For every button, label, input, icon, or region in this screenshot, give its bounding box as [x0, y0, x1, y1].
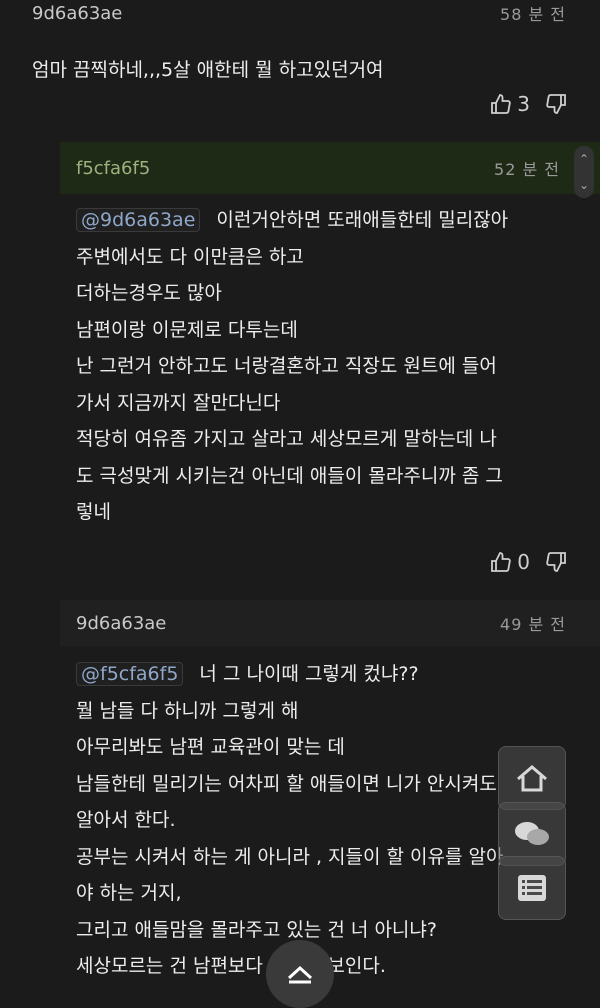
comment-time: 52 분 전 [494, 160, 560, 179]
list-button[interactable] [498, 856, 566, 920]
comment-line: 렇네 [76, 501, 111, 523]
comment-header: 9d6a63ae 49 분 전 [60, 600, 600, 646]
comment-line: 적당히 여유좀 가지고 살라고 세상모르게 말하는데 나 [76, 428, 497, 450]
home-button[interactable] [498, 746, 566, 810]
comment-header: 9d6a63ae 58 분 전 [0, 0, 600, 26]
home-icon [517, 765, 547, 792]
mention-tag[interactable]: @9d6a63ae [76, 208, 201, 232]
like-count: 3 [517, 92, 530, 116]
comment-body: 엄마 끔찍하네,,,5살 애한테 뭘 하고있던거여 [0, 52, 600, 89]
chat-icon [515, 822, 549, 845]
comment-line-first: @f5cfa6f5 너 그 나이때 그렇게 컸냐?? [76, 656, 578, 693]
like-button[interactable]: 0 [489, 550, 530, 574]
comment-line: 주변에서도 다 이만큼은 하고 [76, 245, 304, 268]
comment-line: 이런거안하면 또래애들한테 밀리잖아 [216, 209, 509, 231]
comment-top: 9d6a63ae 58 분 전 엄마 끔찍하네,,,5살 애한테 뭘 하고있던거… [0, 0, 600, 116]
comment-author[interactable]: 9d6a63ae [32, 3, 122, 24]
comment-line: 더하는경우도 많아 [76, 282, 222, 304]
reply-comment: f5cfa6f5 52 분 전 @9d6a63ae 이런거안하면 또래애들한테 밀… [0, 142, 600, 574]
chevron-up-icon [287, 965, 313, 984]
like-button[interactable]: 3 [489, 92, 530, 116]
comment-actions: 0 [489, 550, 568, 574]
dislike-button[interactable] [544, 550, 568, 574]
comment-line-first: @9d6a63ae 이런거안하면 또래애들한테 밀리잖아 [76, 202, 578, 239]
comment-author[interactable]: 9d6a63ae [76, 613, 166, 634]
comment-actions: 3 [489, 92, 568, 116]
list-icon [518, 875, 546, 901]
mention-tag[interactable]: @f5cfa6f5 [76, 662, 184, 686]
comment-line: 가서 지금까지 잘만다닌다 [76, 391, 281, 414]
thumbs-up-icon [491, 552, 511, 572]
comment-line: 도 극성맞게 시키는건 아닌데 애들이 몰라주니까 좀 그 [76, 464, 503, 487]
comment-time: 58 분 전 [500, 5, 566, 24]
comment-time: 49 분 전 [500, 615, 566, 634]
comment-line: 난 그런거 안하고도 너랑결혼하고 직장도 원트에 들어 [76, 355, 497, 377]
comment-header: f5cfa6f5 52 분 전 [60, 142, 600, 194]
comment-line: 뭘 남들 다 하니까 그렇게 해 [76, 699, 299, 722]
comment-line: 너 그 나이때 그렇게 컸냐?? [199, 663, 419, 685]
dislike-button[interactable] [544, 92, 568, 116]
like-count: 0 [517, 550, 530, 574]
comment-body: @9d6a63ae 이런거안하면 또래애들한테 밀리잖아 주변에서도 다 이만큼은… [0, 202, 600, 531]
chevron-up-icon[interactable]: ⌃ [579, 152, 589, 166]
thumbs-down-icon [546, 94, 566, 114]
thumbs-down-icon [546, 552, 566, 572]
comment-line: 남편이랑 이문제로 다투는데 [76, 318, 298, 341]
chevron-down-icon[interactable]: ⌄ [579, 178, 589, 192]
scroll-control[interactable]: ⌃ ⌄ [574, 146, 594, 198]
thumbs-up-icon [491, 94, 511, 114]
comment-line: 엄마 끔찍하네,,,5살 애한테 뭘 하고있던거여 [32, 59, 384, 81]
comment-author[interactable]: f5cfa6f5 [76, 158, 150, 179]
